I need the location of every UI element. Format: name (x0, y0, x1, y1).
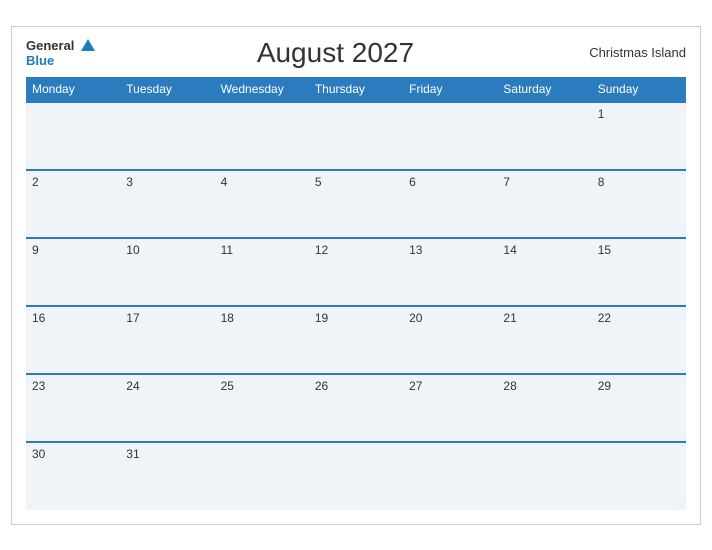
calendar-cell: 27 (403, 374, 497, 442)
calendar-cell: 20 (403, 306, 497, 374)
calendar-cell: 4 (215, 170, 309, 238)
calendar-cell: 23 (26, 374, 120, 442)
calendar-cell: 13 (403, 238, 497, 306)
calendar-location: Christmas Island (576, 45, 686, 60)
calendar-cell (497, 102, 591, 170)
calendar-cell: 28 (497, 374, 591, 442)
week-row-1: 2345678 (26, 170, 686, 238)
calendar-cell: 18 (215, 306, 309, 374)
calendar-cell: 25 (215, 374, 309, 442)
weekday-header-monday: Monday (26, 77, 120, 102)
calendar-cell: 3 (120, 170, 214, 238)
weekday-header-sunday: Sunday (592, 77, 686, 102)
logo-general-text: General (26, 38, 74, 53)
calendar-container: General Blue August 2027 Christmas Islan… (11, 26, 701, 525)
logo-top: General (26, 37, 95, 55)
calendar-cell: 1 (592, 102, 686, 170)
weekday-header-row: MondayTuesdayWednesdayThursdayFridaySatu… (26, 77, 686, 102)
calendar-cell: 30 (26, 442, 120, 510)
week-row-4: 23242526272829 (26, 374, 686, 442)
weekday-header-wednesday: Wednesday (215, 77, 309, 102)
calendar-cell: 22 (592, 306, 686, 374)
calendar-grid: MondayTuesdayWednesdayThursdayFridaySatu… (26, 77, 686, 510)
calendar-cell: 12 (309, 238, 403, 306)
calendar-cell: 11 (215, 238, 309, 306)
calendar-cell (497, 442, 591, 510)
calendar-cell: 2 (26, 170, 120, 238)
calendar-cell (26, 102, 120, 170)
calendar-cell (120, 102, 214, 170)
week-row-5: 3031 (26, 442, 686, 510)
calendar-cell (403, 442, 497, 510)
calendar-cell (403, 102, 497, 170)
calendar-cell (309, 442, 403, 510)
logo-blue-text: Blue (26, 54, 95, 68)
calendar-cell: 26 (309, 374, 403, 442)
calendar-cell: 7 (497, 170, 591, 238)
calendar-cell: 29 (592, 374, 686, 442)
week-row-0: 1 (26, 102, 686, 170)
week-row-2: 9101112131415 (26, 238, 686, 306)
calendar-cell (592, 442, 686, 510)
logo-triangle-icon (81, 39, 95, 51)
calendar-cell: 24 (120, 374, 214, 442)
calendar-cell: 14 (497, 238, 591, 306)
calendar-cell: 31 (120, 442, 214, 510)
calendar-cell (215, 102, 309, 170)
calendar-title: August 2027 (95, 37, 576, 69)
calendar-header: General Blue August 2027 Christmas Islan… (26, 37, 686, 69)
weekday-header-saturday: Saturday (497, 77, 591, 102)
calendar-cell: 6 (403, 170, 497, 238)
calendar-cell: 10 (120, 238, 214, 306)
weekday-header-thursday: Thursday (309, 77, 403, 102)
calendar-cell: 8 (592, 170, 686, 238)
calendar-cell: 5 (309, 170, 403, 238)
weekday-header-friday: Friday (403, 77, 497, 102)
calendar-cell: 17 (120, 306, 214, 374)
calendar-cell: 15 (592, 238, 686, 306)
calendar-cell (215, 442, 309, 510)
logo: General Blue (26, 37, 95, 69)
week-row-3: 16171819202122 (26, 306, 686, 374)
weekday-header-tuesday: Tuesday (120, 77, 214, 102)
calendar-cell (309, 102, 403, 170)
calendar-cell: 21 (497, 306, 591, 374)
calendar-cell: 16 (26, 306, 120, 374)
calendar-cell: 9 (26, 238, 120, 306)
calendar-cell: 19 (309, 306, 403, 374)
